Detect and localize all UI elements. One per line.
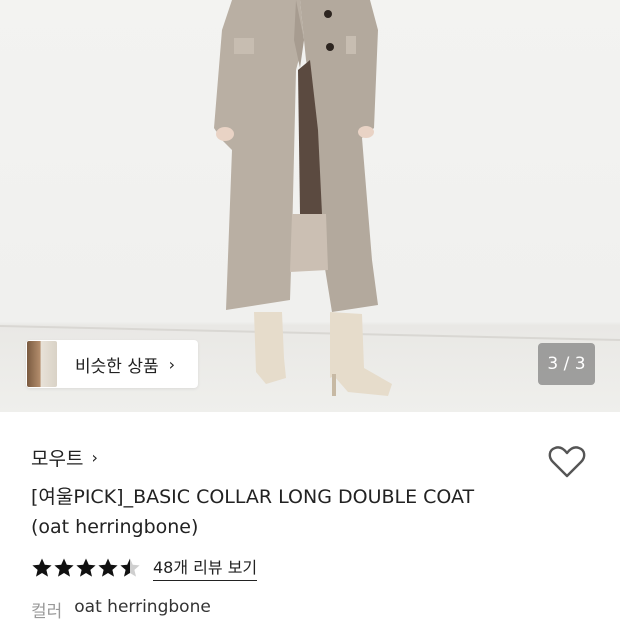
color-option: 컬러 oat herringbone bbox=[31, 597, 211, 622]
chevron-right-icon: › bbox=[168, 354, 176, 374]
similar-products-button[interactable]: 비슷한 상품 › bbox=[26, 340, 198, 388]
product-image-carousel[interactable]: 비슷한 상품 › 3 / 3 bbox=[0, 0, 620, 412]
option-label: 컬러 bbox=[31, 602, 63, 622]
product-title-line: [여울PICK]_BASIC COLLAR LONG DOUBLE COAT bbox=[31, 486, 475, 508]
similar-products-label: 비슷한 상품 bbox=[75, 356, 159, 377]
brand-link[interactable]: 모우트 › bbox=[31, 444, 98, 471]
image-counter: 3 / 3 bbox=[538, 343, 595, 385]
brand-name: 모우트 bbox=[31, 448, 84, 470]
option-value: oat herringbone bbox=[74, 597, 211, 617]
star-icon bbox=[76, 558, 96, 577]
star-icon bbox=[120, 558, 140, 577]
product-title-line: (oat herringbone) bbox=[31, 516, 199, 538]
rating-row: 48개 리뷰 보기 bbox=[31, 554, 258, 581]
heart-outline-icon[interactable] bbox=[547, 442, 587, 482]
similar-product-thumbnail bbox=[27, 341, 57, 387]
star-icon bbox=[98, 558, 118, 577]
review-link[interactable]: 48개 리뷰 보기 bbox=[153, 554, 258, 581]
chevron-right-icon: › bbox=[91, 448, 98, 467]
product-title: [여울PICK]_BASIC COLLAR LONG DOUBLE COAT (… bbox=[31, 482, 531, 542]
star-icon bbox=[32, 558, 52, 577]
star-rating bbox=[31, 557, 141, 579]
star-icon bbox=[54, 558, 74, 577]
